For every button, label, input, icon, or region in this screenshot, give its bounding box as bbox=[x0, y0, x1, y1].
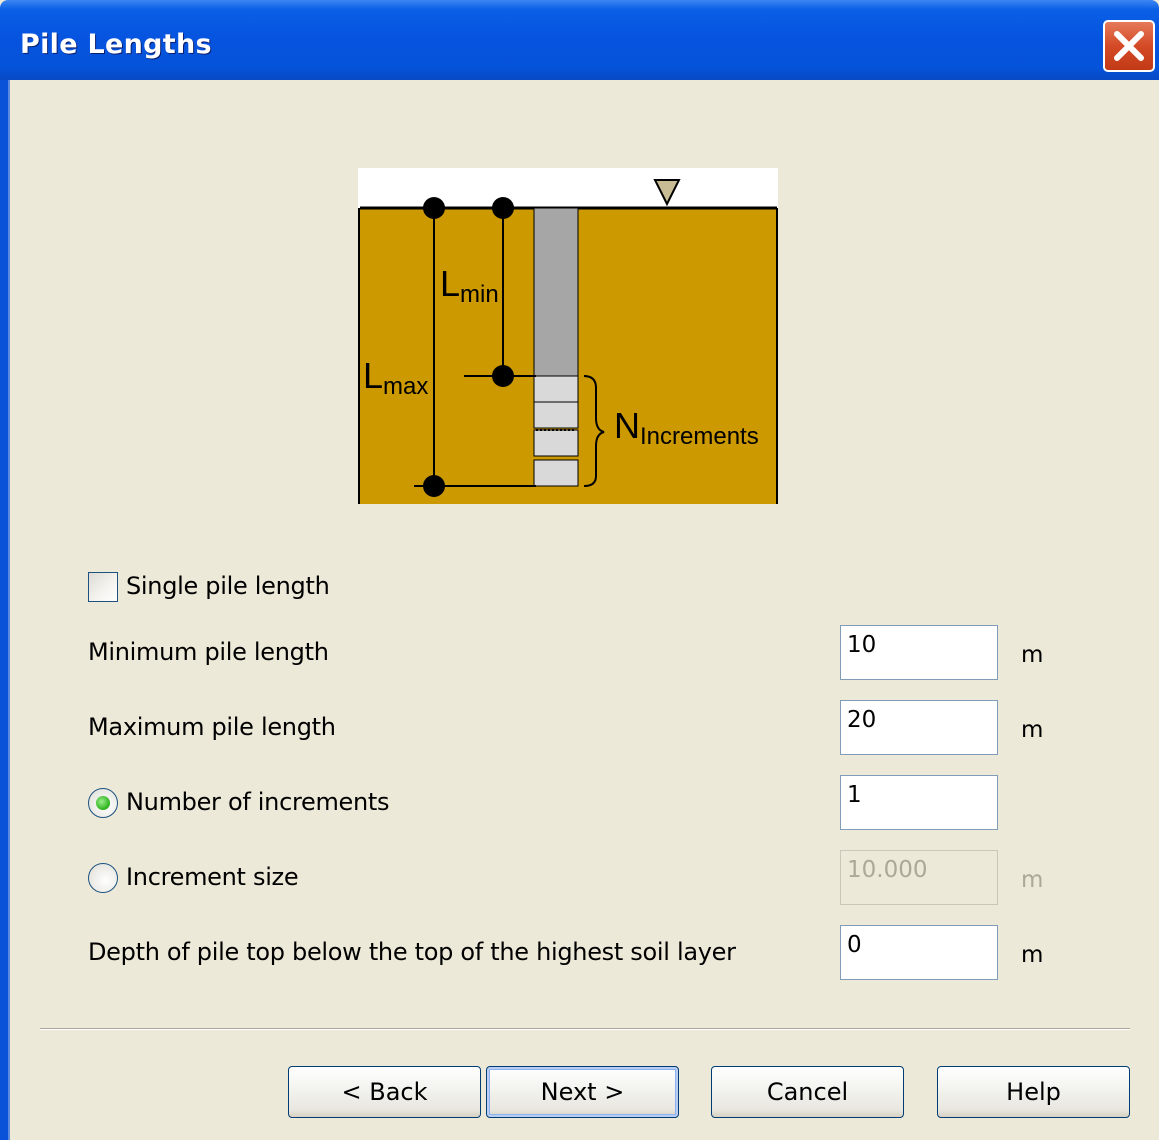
radio-selected-dot bbox=[96, 796, 110, 810]
window-title: Pile Lengths bbox=[20, 29, 212, 60]
pile-shaft bbox=[533, 207, 579, 377]
pile-increment bbox=[533, 401, 579, 429]
max-pile-length-field[interactable]: 20 bbox=[840, 700, 998, 755]
min-pile-length-unit: m bbox=[1021, 642, 1044, 668]
min-pile-length-field[interactable]: 10 bbox=[840, 625, 998, 680]
pile-length-diagram: Lmin Lmax NIncrements bbox=[358, 168, 778, 504]
next-button[interactable]: Next > bbox=[486, 1066, 679, 1118]
depth-pile-top-unit: m bbox=[1021, 942, 1044, 968]
max-pile-length-unit: m bbox=[1021, 717, 1044, 743]
single-pile-length-checkbox[interactable] bbox=[88, 572, 118, 602]
window-border bbox=[0, 80, 10, 1140]
depth-pile-top-field[interactable]: 0 bbox=[840, 925, 998, 980]
close-icon[interactable] bbox=[1103, 20, 1155, 72]
increment-size-radio[interactable] bbox=[88, 863, 118, 893]
increment-size-field: 10.000 bbox=[840, 850, 998, 905]
increment-size-unit: m bbox=[1021, 867, 1044, 893]
single-pile-length-label[interactable]: Single pile length bbox=[126, 572, 330, 600]
title-bar[interactable]: Pile Lengths bbox=[0, 0, 1159, 80]
pile-increment bbox=[533, 459, 579, 487]
sky-area bbox=[358, 168, 778, 208]
pile-lengths-dialog: Pile Lengths Lmin Lmax NIncrements Singl… bbox=[0, 0, 1159, 1140]
back-button[interactable]: < Back bbox=[288, 1066, 481, 1118]
pile-increment bbox=[533, 429, 579, 457]
number-of-increments-field[interactable]: 1 bbox=[840, 775, 998, 830]
cancel-button[interactable]: Cancel bbox=[711, 1066, 904, 1118]
increment-size-label[interactable]: Increment size bbox=[126, 863, 299, 891]
depth-pile-top-label: Depth of pile top below the top of the h… bbox=[88, 938, 736, 966]
number-of-increments-radio[interactable] bbox=[88, 788, 118, 818]
help-button[interactable]: Help bbox=[937, 1066, 1130, 1118]
number-of-increments-label[interactable]: Number of increments bbox=[126, 788, 390, 816]
separator bbox=[40, 1028, 1130, 1030]
min-pile-length-label: Minimum pile length bbox=[88, 638, 329, 666]
pile-increment bbox=[533, 375, 579, 403]
max-pile-length-label: Maximum pile length bbox=[88, 713, 336, 741]
